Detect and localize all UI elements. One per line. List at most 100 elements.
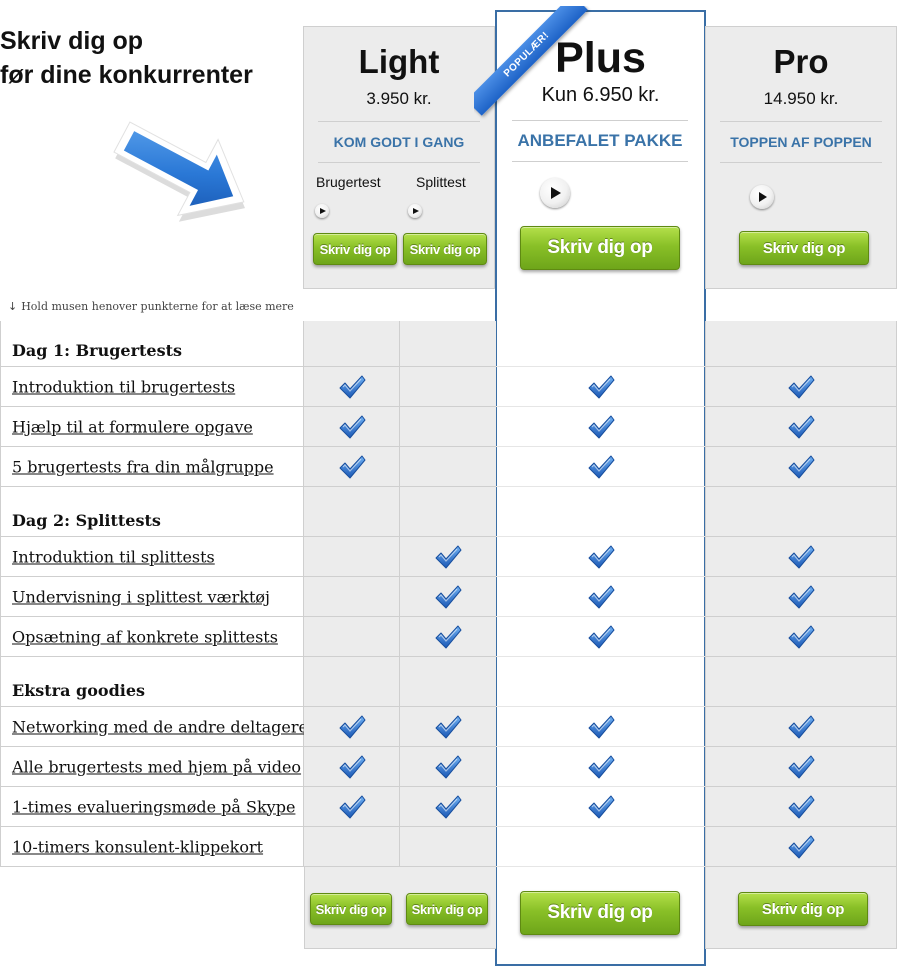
feature-label-cell: Networking med de andre deltagere [0,707,308,747]
feature-label[interactable]: Hjælp til at formulere opgave [12,417,253,436]
feature-label[interactable]: Undervisning i splittest værktøj [12,587,270,606]
feature-label[interactable]: 1-times evalueringsmøde på Skype [12,797,295,816]
checkmark-icon [588,625,614,648]
section-header-plus-cell [496,657,705,707]
feature-row: Introduktion til splittests [0,537,897,577]
feature-label[interactable]: Opsætning af konkrete splittests [12,627,278,646]
feature-split-cell [400,447,496,487]
checkmark-icon [339,415,365,438]
plus-plan-price: Kun 6.950 kr. [541,84,660,106]
feature-light-cell [304,367,400,407]
feature-pro-cell [705,707,897,747]
blue-arrow-icon [113,121,245,222]
footer-light-signup-button[interactable]: Skriv dig op [310,893,392,925]
feature-row: 1-times evalueringsmøde på Skype [0,787,897,827]
feature-row: 10-timers konsulent-klippekort [0,827,897,867]
feature-split-cell [400,617,496,657]
feature-label-cell: Introduktion til splittests [0,537,304,577]
feature-plus-cell [496,617,705,657]
pro-plan-name: Pro [773,43,829,80]
feature-light-cell [304,537,400,577]
feature-split-cell [400,787,496,827]
feature-split-cell [400,537,496,577]
play-icon[interactable] [540,178,570,208]
checkmark-icon [788,375,815,398]
play-icon[interactable] [408,204,422,218]
feature-light-cell [304,447,400,487]
feature-plus-cell [496,407,705,447]
feature-split-cell [400,367,496,407]
feature-light-cell [304,617,400,657]
splittest-option-label: Splittest [416,174,466,190]
checkmark-icon [788,795,815,818]
footer-splittest-signup-button[interactable]: Skriv dig op [406,893,488,925]
pro-plan-panel: Pro 14.950 kr. TOPPEN AF POPPEN Skriv di… [705,26,897,289]
checkmark-icon [435,795,462,818]
feature-label[interactable]: 5 brugertests fra din målgruppe [12,457,274,476]
feature-light-cell [304,827,400,867]
plus-signup-button[interactable]: Skriv dig op [520,226,680,270]
section-header-split-cell [400,321,496,367]
section-header-row: Dag 2: Splittests [0,487,897,537]
splittest-signup-button[interactable]: Skriv dig op [403,233,487,265]
feature-pro-cell [705,407,897,447]
checkmark-icon [435,585,462,608]
feature-split-cell [400,707,496,747]
pro-plan-price: 14.950 kr. [763,89,839,108]
section-header-pro-cell [705,657,897,707]
checkmark-icon [339,755,365,778]
feature-label-cell: 1-times evalueringsmøde på Skype [0,787,304,827]
hover-hint: ↓ Hold musen henover punkterne for at læs… [8,300,294,313]
feature-plus-cell [496,827,705,867]
feature-label[interactable]: Introduktion til brugertests [12,377,235,396]
checkmark-icon [588,455,614,478]
feature-label-cell: Undervisning i splittest værktøj [0,577,304,617]
feature-light-cell [304,707,400,747]
feature-light-cell [304,747,400,787]
feature-pro-cell [705,827,897,867]
feature-label[interactable]: Introduktion til splittests [12,547,215,566]
checkmark-icon [788,415,815,438]
feature-split-cell [400,827,496,867]
checkmark-icon [435,625,462,648]
feature-label-cell: Opsætning af konkrete splittests [0,617,304,657]
checkmark-icon [588,375,614,398]
feature-pro-cell [705,537,897,577]
play-icon[interactable] [315,204,329,218]
light-plan-price: 3.950 kr. [366,89,432,108]
play-icon[interactable] [750,185,774,209]
feature-label-cell: Alle brugertests med hjem på video [0,747,304,787]
feature-plus-cell [496,707,705,747]
feature-label[interactable]: Networking med de andre deltagere [12,717,308,736]
footer-pro-signup-button[interactable]: Skriv dig op [738,892,868,926]
feature-label[interactable]: 10-timers konsulent-klippekort [12,837,263,856]
feature-label-cell: 10-timers konsulent-klippekort [0,827,304,867]
checkmark-icon [788,715,815,738]
headline: Skriv dig op før dine konkurrenter [0,24,300,92]
light-plan-tagline: KOM GODT I GANG [318,121,480,163]
feature-plus-cell [496,367,705,407]
brugertest-signup-button[interactable]: Skriv dig op [313,233,397,265]
footer-plus-signup-button[interactable]: Skriv dig op [520,891,680,935]
checkmark-icon [339,715,365,738]
feature-split-cell [400,407,496,447]
feature-label-cell: 5 brugertests fra din målgruppe [0,447,304,487]
feature-pro-cell [705,447,897,487]
section-header-pro-cell [705,321,897,367]
feature-row: Hjælp til at formulere opgave [0,407,897,447]
checkmark-icon [788,625,815,648]
brugertest-option-label: Brugertest [316,174,381,190]
section-header-split-cell [400,487,496,537]
checkmark-icon [588,795,614,818]
light-plan-name: Light [358,43,440,80]
section-header-row: Ekstra goodies [0,657,897,707]
section-header-light-cell [304,321,400,367]
section-header-plus-cell [496,321,705,367]
feature-label-cell: Hjælp til at formulere opgave [0,407,304,447]
feature-label[interactable]: Alle brugertests med hjem på video [12,757,301,776]
checkmark-icon [588,545,614,568]
pro-signup-button[interactable]: Skriv dig op [739,231,869,265]
section-header-light-cell [304,657,400,707]
hover-hint-text: Hold musen henover punkterne for at læse… [21,300,294,313]
feature-plus-cell [496,447,705,487]
